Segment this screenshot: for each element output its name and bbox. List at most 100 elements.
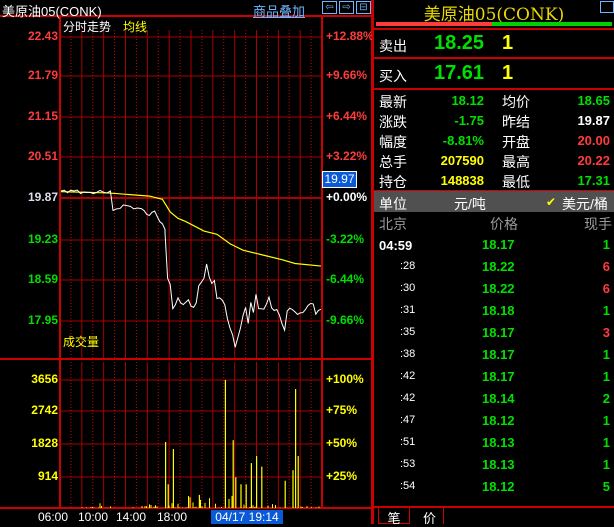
trade-time: :47 <box>400 414 415 426</box>
volume-bar <box>319 507 320 508</box>
trade-qty: 1 <box>603 413 610 428</box>
volume-bar <box>110 506 111 508</box>
volume-bar <box>146 506 147 508</box>
trade-price: 18.22 <box>482 281 515 296</box>
volume-bar <box>168 484 169 508</box>
trade-time: :31 <box>400 304 415 316</box>
volume-bar <box>199 495 200 508</box>
volume-tick: 914 <box>38 469 58 483</box>
stat-row: 最新 18.12 均价 18.65 <box>374 92 614 112</box>
time-tick: 06:00 <box>38 510 68 524</box>
buy-qty: 1 <box>502 62 513 85</box>
pct-tick: +3.22% <box>326 149 367 163</box>
col-price-header: 价格 <box>490 214 518 234</box>
stat-label: 幅度 <box>379 132 407 152</box>
trade-time: :30 <box>400 282 415 294</box>
split-icon[interactable]: ⊟ <box>356 1 371 14</box>
sell-ratio-bar <box>376 22 492 26</box>
trade-price: 18.13 <box>482 457 515 472</box>
volume-bar <box>175 507 176 508</box>
trade-price: 18.17 <box>482 325 515 340</box>
arrow-right-icon[interactable]: ⇨ <box>339 1 354 14</box>
trade-price: 18.17 <box>482 347 515 362</box>
volume-bar <box>193 502 194 508</box>
volume-bar <box>133 507 134 508</box>
quote-panel: 美原油05(CONK) 卖出 18.25 1 买入 17.61 1 最新 18.… <box>372 0 614 524</box>
trade-time: :53 <box>400 458 415 470</box>
stat-row: 幅度 -8.81% 开盘 20.00 <box>374 132 614 152</box>
unit-option-usd-barrel[interactable]: 美元/桶 <box>562 194 608 214</box>
volume-bar <box>285 481 286 508</box>
unit-option-yuan-ton[interactable]: 元/吨 <box>454 194 486 214</box>
volume-bar <box>92 507 93 508</box>
trade-row: :54 18.12 5 <box>374 478 614 498</box>
pct-tick: +0.00% <box>326 190 367 204</box>
sell-price: 18.25 <box>434 32 484 55</box>
pct-tick: +6.44% <box>326 109 367 123</box>
stat-value: 148838 <box>441 173 484 188</box>
cursor-time-label: 04/17 19:14 <box>211 510 283 524</box>
volume-bar <box>151 505 152 508</box>
trade-row: 04:59 18.17 1 <box>374 236 614 256</box>
trade-price: 18.12 <box>482 413 515 428</box>
volume-pct-tick: +100% <box>326 372 364 386</box>
volume-bar <box>244 505 245 508</box>
pct-tick: -6.44% <box>326 272 364 286</box>
tab-trades[interactable]: 笔 <box>378 508 410 524</box>
volume-bar <box>256 456 257 508</box>
tab-prices[interactable]: 价 <box>416 508 444 524</box>
trade-price: 18.17 <box>482 237 515 252</box>
volume-tick: 3656 <box>31 372 58 386</box>
volume-bar <box>316 507 317 508</box>
volume-title: 成交量 <box>63 333 99 350</box>
trade-row: :30 18.22 6 <box>374 280 614 300</box>
volume-bar <box>202 506 203 508</box>
volume-tick: 1828 <box>31 436 58 450</box>
volume-bar <box>275 505 276 508</box>
price-tick: 19.87 <box>28 190 58 204</box>
trade-time: :42 <box>400 392 415 404</box>
stat-row: 总手 207590 最高 20.22 <box>374 152 614 172</box>
volume-bar <box>155 505 156 508</box>
maximize-icon[interactable] <box>600 1 614 13</box>
volume-bar <box>307 506 308 508</box>
stat-label: 均价 <box>502 92 530 112</box>
trade-qty: 1 <box>603 303 610 318</box>
trade-time: :35 <box>400 326 415 338</box>
volume-bar <box>240 484 241 508</box>
trade-row: :31 18.18 1 <box>374 302 614 322</box>
volume-bar <box>142 506 143 508</box>
volume-tick: 2742 <box>31 403 58 417</box>
volume-bar <box>298 456 299 508</box>
sell-qty: 1 <box>502 32 513 55</box>
volume-bar <box>196 507 197 508</box>
trade-time: :38 <box>400 348 415 360</box>
volume-bar <box>82 507 83 508</box>
volume-bar <box>101 506 102 508</box>
stat-value: 207590 <box>441 153 484 168</box>
stat-label: 开盘 <box>502 132 530 152</box>
trade-row: :35 18.17 3 <box>374 324 614 344</box>
volume-bar <box>246 484 247 508</box>
trade-row: :38 18.17 1 <box>374 346 614 366</box>
stat-label: 最低 <box>502 172 530 192</box>
volume-bar <box>157 507 158 508</box>
volume-bar <box>235 477 236 508</box>
volume-bar <box>188 496 189 508</box>
stat-value: 17.31 <box>577 173 610 188</box>
trade-price: 18.14 <box>482 391 515 406</box>
price-tick: 19.23 <box>28 232 58 246</box>
volume-pct-tick: +50% <box>326 436 357 450</box>
volume-bar <box>190 497 191 508</box>
stat-value: 20.22 <box>577 153 610 168</box>
arrow-left-icon[interactable]: ⇦ <box>322 1 337 14</box>
volume-bar <box>229 499 230 508</box>
volume-bar <box>100 503 101 508</box>
volume-bar <box>172 503 173 508</box>
overlay-commodity-link[interactable]: 商品叠加 <box>253 1 305 20</box>
trade-time: 04:59 <box>379 238 412 253</box>
volume-bar <box>251 463 252 508</box>
volume-bar <box>221 507 222 508</box>
volume-bar <box>261 467 262 508</box>
trade-row: :47 18.12 1 <box>374 412 614 432</box>
